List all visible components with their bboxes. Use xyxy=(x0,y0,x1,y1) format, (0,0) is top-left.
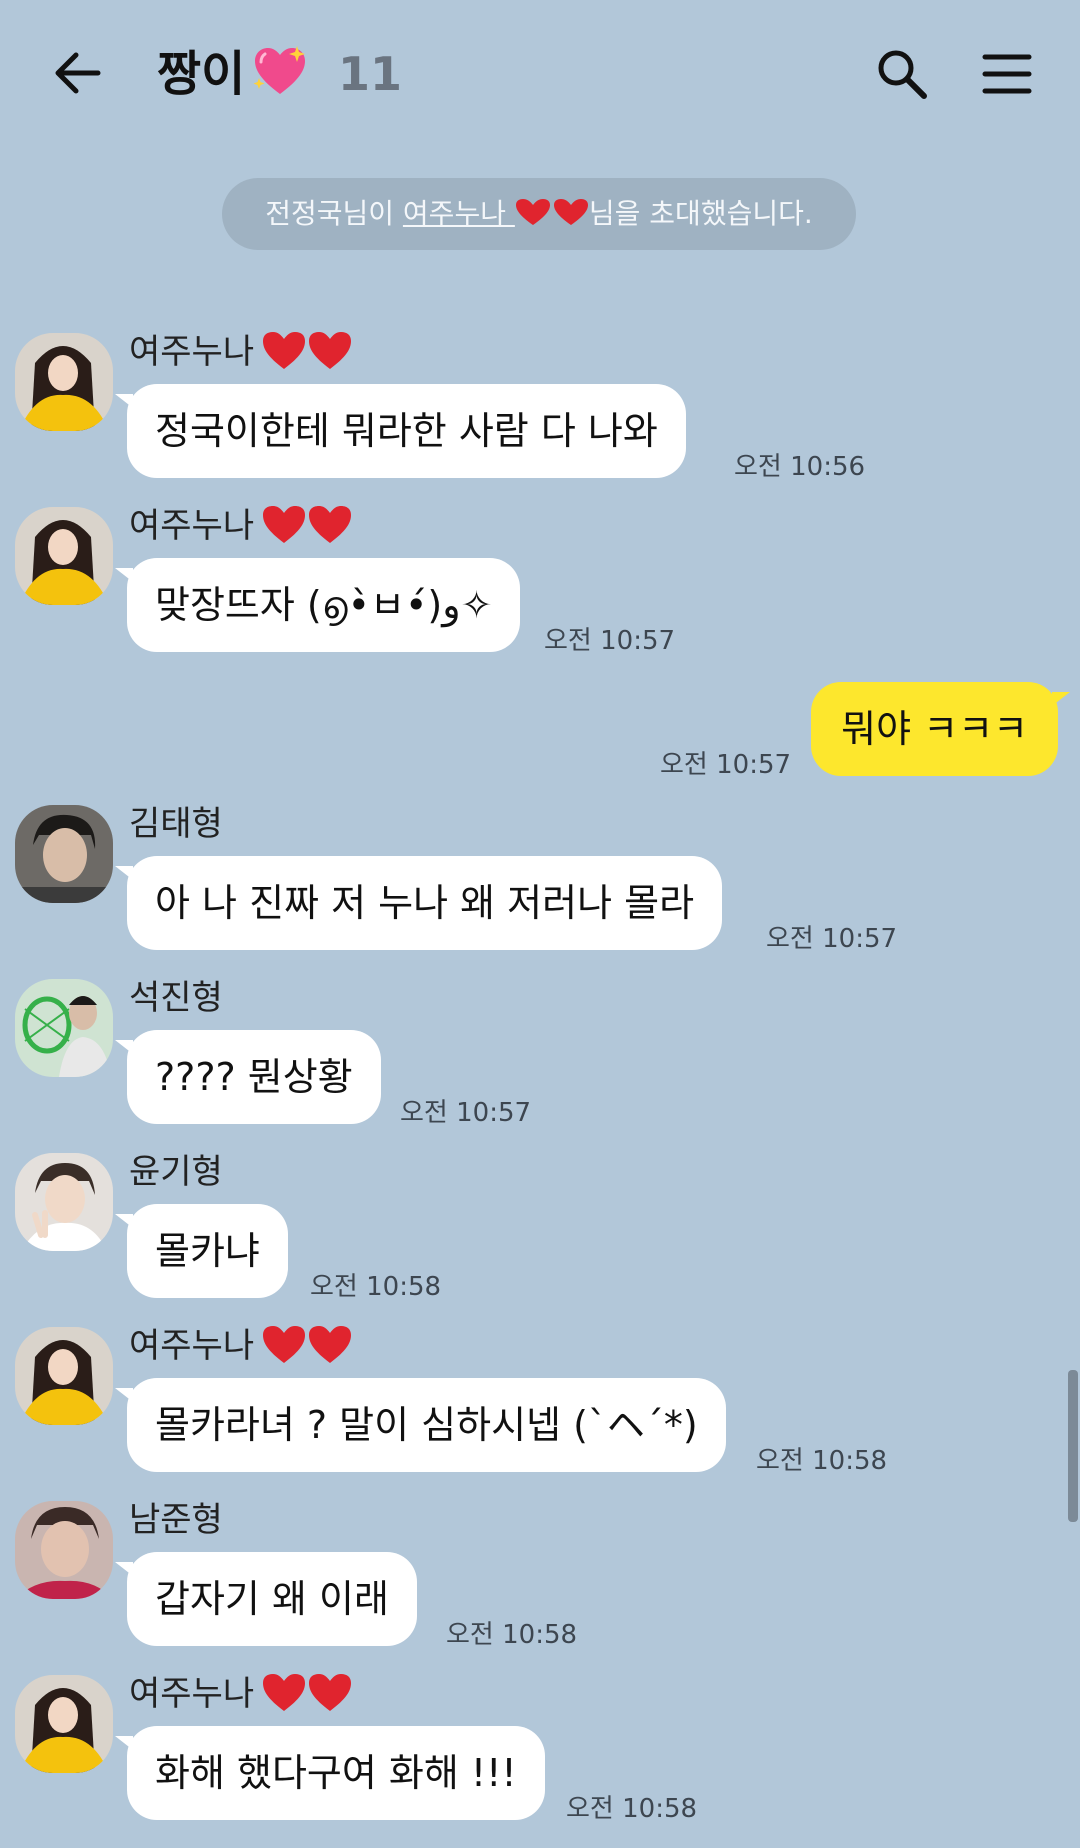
message-time: 오전 10:57 xyxy=(766,924,898,954)
notice-link-text: 여주누나 xyxy=(402,197,515,230)
sender-name: 남준형 xyxy=(129,1500,223,1540)
avatar[interactable] xyxy=(15,1153,113,1251)
message-time: 오전 10:58 xyxy=(446,1620,578,1650)
message-bubble[interactable]: 아 나 진짜 저 누나 왜 저러나 몰라 xyxy=(114,856,723,950)
avatar[interactable] xyxy=(15,979,113,1077)
red-hearts-icon xyxy=(515,199,588,225)
sender-text: 여주누나 xyxy=(129,332,255,372)
avatar[interactable] xyxy=(15,1675,113,1773)
message-time: 오전 10:58 xyxy=(310,1272,442,1302)
red-hearts-icon xyxy=(263,1326,352,1363)
notice-text-before: 전정국님이 xyxy=(265,197,403,230)
my-message-bubble[interactable]: 뭐야 ㅋㅋㅋ xyxy=(811,682,1070,776)
sender-name: 김태형 xyxy=(129,804,223,844)
message-time: 오전 10:58 xyxy=(756,1446,888,1476)
message-bubble[interactable]: 몰카라녀 ? 말이 심하시넵 (`ヘ´*) xyxy=(115,1378,726,1472)
message-time: 오전 10:58 xyxy=(566,1794,698,1824)
sender-name: 여주누나 xyxy=(129,1672,354,1716)
message-time: 오전 10:56 xyxy=(734,452,866,482)
sender-name: 석진형 xyxy=(129,978,223,1018)
message-bubble[interactable]: 정국이한테 뭐라한 사람 다 나와 xyxy=(115,384,686,478)
message-bubble[interactable]: ???? 뭔상황 xyxy=(115,1030,381,1124)
notice-user-link[interactable]: 여주누나 xyxy=(403,197,589,230)
sender-text: 여주누나 xyxy=(129,506,255,546)
system-notice: 전정국님이 여주누나 님을 초대했습니다. xyxy=(222,178,856,250)
sender-name: 여주누나 xyxy=(129,330,354,374)
menu-icon[interactable] xyxy=(982,52,1032,96)
message-time: 오전 10:57 xyxy=(660,750,792,780)
avatar[interactable] xyxy=(15,507,113,605)
avatar[interactable] xyxy=(15,1501,113,1599)
sender-name: 윤기형 xyxy=(129,1152,223,1192)
sender-name: 여주누나 xyxy=(129,1324,354,1368)
red-hearts-icon xyxy=(263,1674,352,1711)
chat-title-text: 짱이 xyxy=(157,46,246,102)
back-arrow-icon[interactable] xyxy=(50,45,106,101)
sender-text: 여주누나 xyxy=(129,1674,255,1714)
red-hearts-icon xyxy=(263,506,352,543)
message-time: 오전 10:57 xyxy=(400,1098,532,1128)
message-bubble[interactable]: 화해 했다구여 화해 !!! xyxy=(115,1726,545,1820)
member-count: 11 xyxy=(338,47,403,101)
sender-text: 여주누나 xyxy=(129,1326,255,1366)
sparkling-heart-icon xyxy=(253,46,306,94)
notice-text-after: 님을 초대했습니다. xyxy=(588,197,813,230)
message-bubble[interactable]: 맞장뜨자 (൭•̀ㅂ•́)و✧ xyxy=(114,558,521,652)
avatar[interactable] xyxy=(15,1327,113,1425)
sender-name: 여주누나 xyxy=(129,504,354,548)
avatar[interactable] xyxy=(15,333,113,431)
scrollbar[interactable] xyxy=(1068,1370,1078,1522)
message-bubble[interactable]: 몰카냐 xyxy=(115,1204,288,1298)
chat-title[interactable]: 짱이 xyxy=(157,42,309,106)
message-bubble[interactable]: 갑자기 왜 이래 xyxy=(115,1552,417,1646)
chat-header: 짱이 11 xyxy=(0,0,1080,150)
message-time: 오전 10:57 xyxy=(544,626,676,656)
avatar[interactable] xyxy=(15,805,113,903)
red-hearts-icon xyxy=(263,332,352,369)
search-icon[interactable] xyxy=(874,46,930,102)
